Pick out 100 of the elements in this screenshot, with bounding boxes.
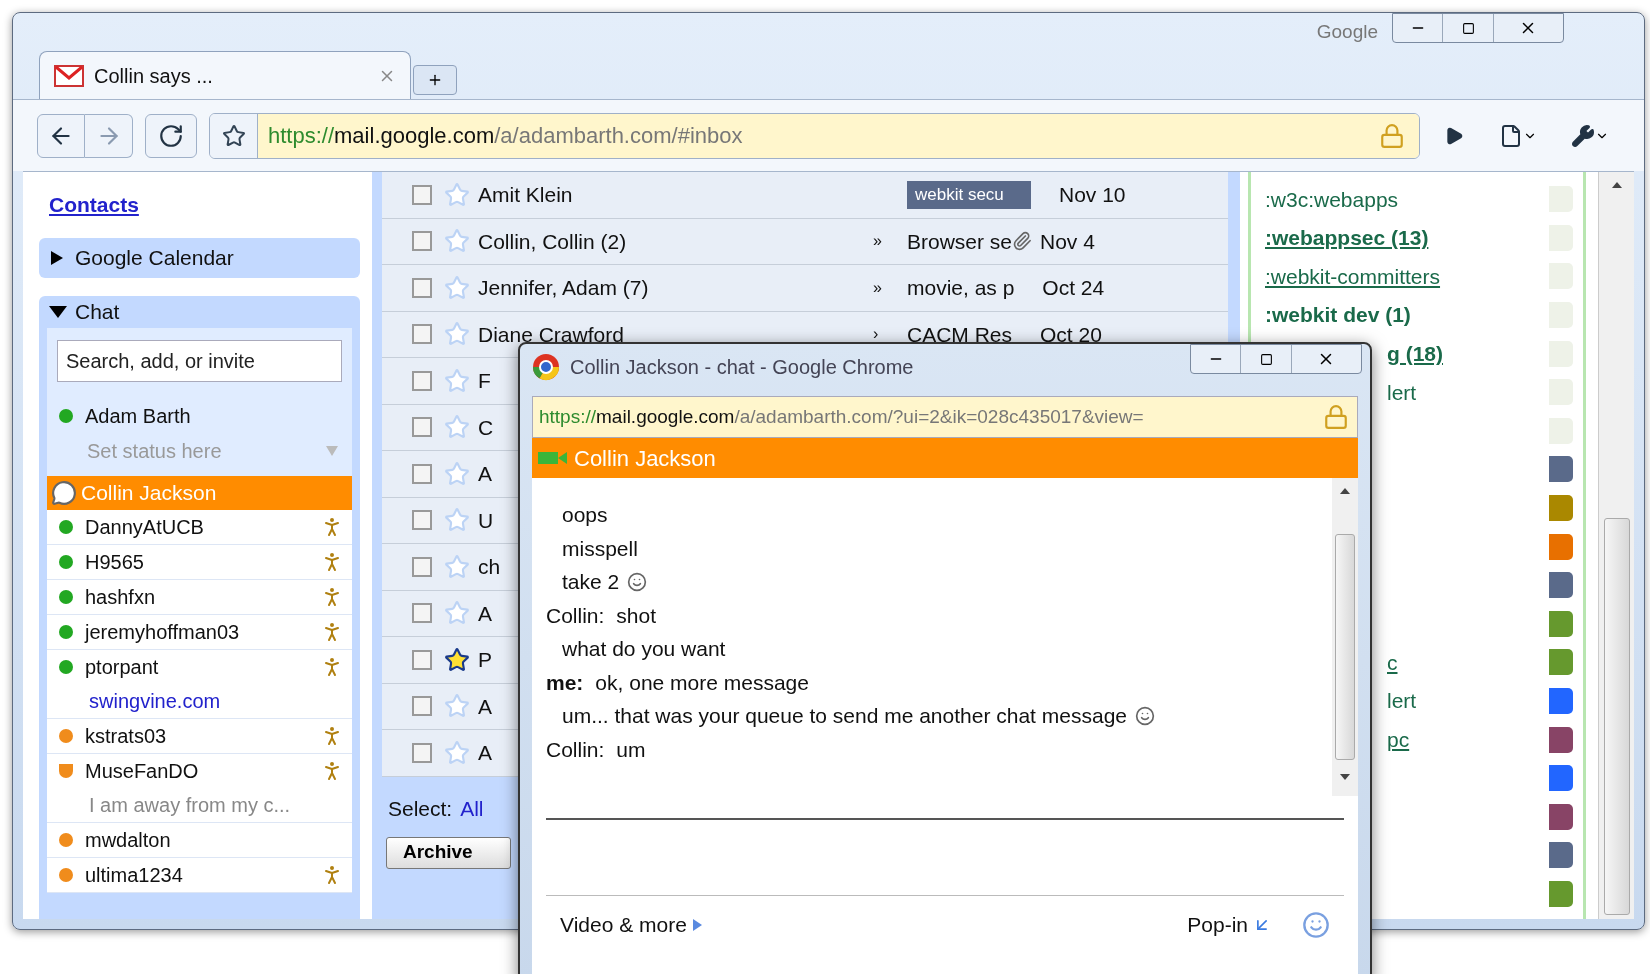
label-color-swatch[interactable] [1549,803,1573,830]
label-link[interactable]: :webkit-committers [1265,264,1441,288]
star-icon[interactable] [443,367,470,394]
contact-item[interactable]: kstrats03 [47,719,352,753]
label-color-swatch[interactable] [1549,688,1573,714]
bookmark-star-button[interactable] [210,113,258,158]
row-checkbox[interactable] [411,510,432,531]
label-link[interactable]: :webappsec (13) [1265,226,1429,250]
star-icon[interactable] [443,181,470,208]
window-controls[interactable] [1190,344,1362,374]
label-link[interactable]: c [1387,650,1398,674]
star-icon[interactable] [443,414,470,441]
scrollbar-thumb[interactable] [1335,534,1355,760]
scrollbar[interactable] [1598,172,1634,919]
row-checkbox[interactable] [411,696,432,717]
row-checkbox[interactable] [411,370,432,391]
maximize-icon[interactable] [1259,352,1273,366]
row-checkbox[interactable] [411,231,432,252]
video-camera-icon [538,451,568,465]
scrollbar[interactable] [1332,478,1358,796]
label-link[interactable]: g (18) [1387,341,1443,365]
star-icon[interactable] [443,693,470,720]
url-text: https://mail.google.com/a/adambarth.com/?ui=2&ik=028c435017&view= [539,405,1144,427]
wrench-icon [1571,123,1595,148]
row-checkbox[interactable] [411,603,432,624]
back-button[interactable] [37,113,85,158]
select-all-link[interactable]: All [460,793,484,825]
page-icon [1499,123,1523,148]
lock-icon [1323,404,1349,430]
row-checkbox[interactable] [411,463,432,484]
row-checkbox[interactable] [411,417,432,438]
label-color-swatch[interactable] [1549,495,1573,522]
contact-item[interactable]: ptorpant [47,650,352,684]
label-color-swatch[interactable] [1549,610,1573,637]
label-link[interactable]: :w3c:webapps [1265,187,1399,211]
label-color-swatch[interactable] [1549,842,1573,869]
sender-text: Collin, Collin (2) [477,229,627,253]
scrollbar-thumb[interactable] [1603,518,1630,915]
row-checkbox[interactable] [411,277,432,298]
label-color-swatch[interactable] [1549,726,1573,753]
contact-item[interactable]: mwdalton [47,823,352,857]
star-icon[interactable] [443,274,470,301]
row-checkbox[interactable] [411,184,432,205]
window-controls[interactable] [1392,13,1564,43]
label-color-swatch[interactable] [1549,765,1573,792]
emoticon-icon [627,571,648,592]
star-icon[interactable] [443,646,470,673]
star-icon[interactable] [443,553,470,580]
sender-text: C [477,415,494,439]
smiley-icon[interactable] [1302,911,1330,939]
label-color-swatch[interactable] [1549,649,1573,676]
lock-icon [1379,122,1405,149]
star-icon[interactable] [443,739,470,766]
label-color-swatch[interactable] [1549,533,1573,560]
row-checkbox[interactable] [411,324,432,345]
reload-icon [158,122,184,149]
select-label: Select: [387,796,453,822]
scroll-down-triangle-icon[interactable] [1340,774,1350,780]
contact-item[interactable]: jeremyhoffman03 [47,615,352,649]
sender-text: A [477,694,492,718]
browser-tab[interactable]: Collin says ... [39,51,411,99]
reload-button[interactable] [145,113,197,158]
scroll-up-triangle-icon[interactable] [1340,488,1350,494]
chat-message: what do you want [561,636,727,662]
calendar-panel[interactable]: Google Calendar [39,238,360,278]
date-text: Oct 24 [1042,275,1105,301]
contact-item[interactable]: MuseFanDO [47,754,352,788]
contacts-link[interactable]: Contacts [49,189,139,221]
contact-item[interactable]: hashfxn [47,580,352,614]
label-color-swatch[interactable] [1549,881,1573,907]
archive-button[interactable]: Archive [385,836,511,869]
label-link[interactable]: pc [1387,727,1410,751]
subject-text: Browser se [906,228,1012,255]
star-icon[interactable] [443,507,470,534]
row-checkbox[interactable] [411,649,432,670]
contact-item[interactable]: DannyAtUCB [47,510,352,544]
contact-item[interactable]: ultima1234 [47,858,352,892]
chat-message: Collin: um [546,736,647,763]
message-input[interactable] [546,818,1344,896]
star-icon[interactable] [443,600,470,627]
star-icon[interactable] [443,228,470,255]
address-bar[interactable]: https://mail.google.com/a/adambarth.com/#inbox [258,113,1419,158]
search-field[interactable]: Search, add, or invite [57,340,342,382]
label-link[interactable]: lert [1387,689,1417,713]
maximize-icon[interactable] [1461,21,1475,35]
star-icon[interactable] [443,460,470,487]
star-icon[interactable] [443,321,470,348]
date-text: Oct 20 [1040,321,1102,348]
row-checkbox[interactable] [411,556,432,577]
label-link[interactable]: lert [1387,380,1417,404]
row-checkbox[interactable] [411,742,432,763]
label-link[interactable]: :webkit dev (1) [1265,303,1411,327]
pop-in-link[interactable]: Pop-in [1187,909,1272,941]
label-color-swatch[interactable] [1549,456,1573,483]
label-color-swatch[interactable] [1549,572,1573,599]
own-name: Adam Barth [85,404,191,429]
scroll-up-triangle-icon[interactable] [1611,182,1622,188]
new-tab-button[interactable] [413,65,457,95]
contact-item[interactable]: H9565 [47,545,352,579]
video-more-link[interactable]: Video & more [560,909,702,941]
